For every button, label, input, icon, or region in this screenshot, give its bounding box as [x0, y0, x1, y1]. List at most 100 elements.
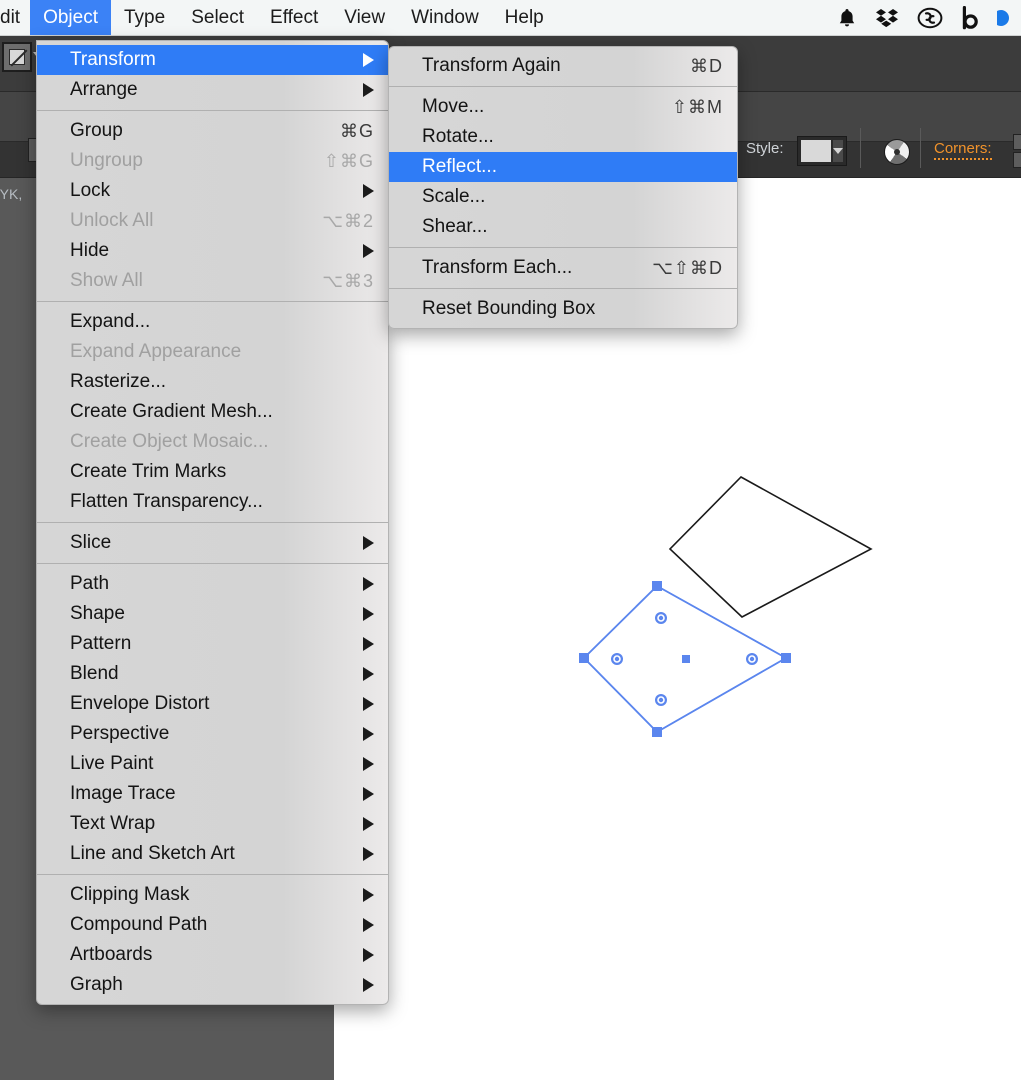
menu-item-expand-appearance-label: Expand Appearance — [70, 341, 374, 363]
menu-item-shape-label: Shape — [70, 603, 349, 625]
menu-item-create-gradient-mesh-label: Create Gradient Mesh... — [70, 401, 374, 423]
style-swatch-dropdown[interactable] — [797, 136, 847, 166]
menu-item-envelope-distort[interactable]: Envelope Distort — [37, 689, 388, 719]
corners-field-bottom[interactable] — [1013, 152, 1021, 168]
menu-item-pattern[interactable]: Pattern — [37, 629, 388, 659]
menu-item-transform-label: Transform — [70, 49, 349, 71]
menu-item-rasterize[interactable]: Rasterize... — [37, 367, 388, 397]
menu-item-show-all: Show All⌥⌘3 — [37, 266, 388, 296]
menu-item-path-label: Path — [70, 573, 349, 595]
menubar-item-window[interactable]: Window — [398, 0, 492, 35]
menu-item-compound-path[interactable]: Compound Path — [37, 910, 388, 940]
chevron-right-icon — [363, 697, 374, 711]
creative-cloud-icon[interactable] — [917, 6, 943, 30]
menu-item-shear[interactable]: Shear... — [389, 212, 737, 242]
menu-item-create-gradient-mesh[interactable]: Create Gradient Mesh... — [37, 397, 388, 427]
menubar-item-type[interactable]: Type — [111, 0, 178, 35]
menu-item-flatten-transparency[interactable]: Flatten Transparency... — [37, 487, 388, 517]
dropbox-icon[interactable] — [875, 7, 899, 29]
chevron-right-icon — [363, 727, 374, 741]
menu-item-transform-each-shortcut: ⌥⇧⌘D — [632, 258, 723, 279]
object-dropdown-menu[interactable]: TransformArrangeGroup⌘GUngroup⇧⌘GLockUnl… — [36, 40, 389, 1005]
chevron-right-icon — [363, 667, 374, 681]
menu-item-transform-each[interactable]: Transform Each...⌥⇧⌘D — [389, 253, 737, 283]
menu-item-create-trim-marks-label: Create Trim Marks — [70, 461, 374, 483]
menu-item-text-wrap[interactable]: Text Wrap — [37, 809, 388, 839]
chevron-right-icon — [363, 978, 374, 992]
menu-separator — [37, 522, 388, 523]
transform-submenu[interactable]: Transform Again⌘D Move...⇧⌘MRotate...Refl… — [388, 46, 738, 329]
menu-item-path[interactable]: Path — [37, 569, 388, 599]
chevron-right-icon — [363, 184, 374, 198]
menubar-item-edit[interactable]: dit — [0, 0, 30, 35]
menu-item-lock[interactable]: Lock — [37, 176, 388, 206]
menubar-item-select-label: Select — [191, 7, 244, 29]
menu-item-reflect[interactable]: Reflect... — [389, 152, 737, 182]
menu-item-expand[interactable]: Expand... — [37, 307, 388, 337]
menu-item-transform-again-shortcut: ⌘D — [670, 56, 723, 77]
menu-item-perspective[interactable]: Perspective — [37, 719, 388, 749]
menu-item-expand-appearance: Expand Appearance — [37, 337, 388, 367]
menu-item-group[interactable]: Group⌘G — [37, 116, 388, 146]
menu-item-create-trim-marks[interactable]: Create Trim Marks — [37, 457, 388, 487]
menu-item-image-trace[interactable]: Image Trace — [37, 779, 388, 809]
menubar-item-help[interactable]: Help — [492, 0, 557, 35]
menu-item-transform[interactable]: Transform — [37, 45, 388, 75]
fill-swatch-button[interactable] — [2, 42, 32, 72]
menu-item-clipping-mask[interactable]: Clipping Mask — [37, 880, 388, 910]
chevron-right-icon — [363, 918, 374, 932]
menu-item-reset-bounding-box[interactable]: Reset Bounding Box — [389, 294, 737, 324]
backblaze-b-icon[interactable] — [961, 6, 979, 30]
menu-item-text-wrap-label: Text Wrap — [70, 813, 349, 835]
chevron-right-icon — [363, 637, 374, 651]
menu-item-artboards-label: Artboards — [70, 944, 349, 966]
menu-item-rotate[interactable]: Rotate... — [389, 122, 737, 152]
menu-item-blend-label: Blend — [70, 663, 349, 685]
menu-item-transform-again-label: Transform Again — [422, 55, 670, 77]
opacity-disc-icon[interactable] — [884, 139, 910, 165]
menu-item-shape[interactable]: Shape — [37, 599, 388, 629]
control-separator-1 — [860, 128, 861, 168]
menubar-item-object[interactable]: Object — [30, 0, 111, 35]
bell-icon[interactable] — [837, 7, 857, 29]
menu-item-blend[interactable]: Blend — [37, 659, 388, 689]
menu-item-line-and-sketch-art[interactable]: Line and Sketch Art — [37, 839, 388, 869]
control-separator-2 — [920, 128, 921, 168]
menu-item-scale[interactable]: Scale... — [389, 182, 737, 212]
corners-field-top[interactable] — [1013, 134, 1021, 150]
menu-item-transform-again[interactable]: Transform Again⌘D — [389, 51, 737, 81]
menu-item-slice-label: Slice — [70, 532, 349, 554]
menu-item-lock-label: Lock — [70, 180, 349, 202]
menubar-status-icons — [837, 0, 1021, 35]
menu-item-live-paint-label: Live Paint — [70, 753, 349, 775]
menu-separator — [37, 110, 388, 111]
menu-separator — [389, 86, 737, 87]
menubar-item-edit-label: dit — [0, 7, 20, 29]
chevron-right-icon — [363, 948, 374, 962]
menubar-item-view[interactable]: View — [331, 0, 398, 35]
chevron-right-icon — [363, 53, 374, 67]
menu-item-artboards[interactable]: Artboards — [37, 940, 388, 970]
menu-item-hide[interactable]: Hide — [37, 236, 388, 266]
menu-item-graph[interactable]: Graph — [37, 970, 388, 1000]
style-dropdown-caret-icon[interactable] — [833, 140, 843, 162]
chevron-right-icon — [363, 607, 374, 621]
menubar-item-effect[interactable]: Effect — [257, 0, 331, 35]
menu-item-flatten-transparency-label: Flatten Transparency... — [70, 491, 374, 513]
menu-item-live-paint[interactable]: Live Paint — [37, 749, 388, 779]
corners-label[interactable]: Corners: — [934, 140, 992, 160]
menu-item-slice[interactable]: Slice — [37, 528, 388, 558]
app-window: ke: MYK, Style: Corners: dit Object Type — [0, 0, 1021, 1080]
menubar-item-select[interactable]: Select — [178, 0, 257, 35]
menubar-item-object-label: Object — [43, 7, 98, 29]
menu-item-line-and-sketch-art-label: Line and Sketch Art — [70, 843, 349, 865]
menu-item-perspective-label: Perspective — [70, 723, 349, 745]
menu-item-compound-path-label: Compound Path — [70, 914, 349, 936]
menu-item-unlock-all-label: Unlock All — [70, 210, 302, 232]
menu-item-arrange-label: Arrange — [70, 79, 349, 101]
menu-item-move[interactable]: Move...⇧⌘M — [389, 92, 737, 122]
menu-item-transform-each-label: Transform Each... — [422, 257, 632, 279]
menu-item-move-shortcut: ⇧⌘M — [652, 97, 723, 118]
menu-item-arrange[interactable]: Arrange — [37, 75, 388, 105]
blue-status-icon[interactable] — [997, 7, 1013, 29]
